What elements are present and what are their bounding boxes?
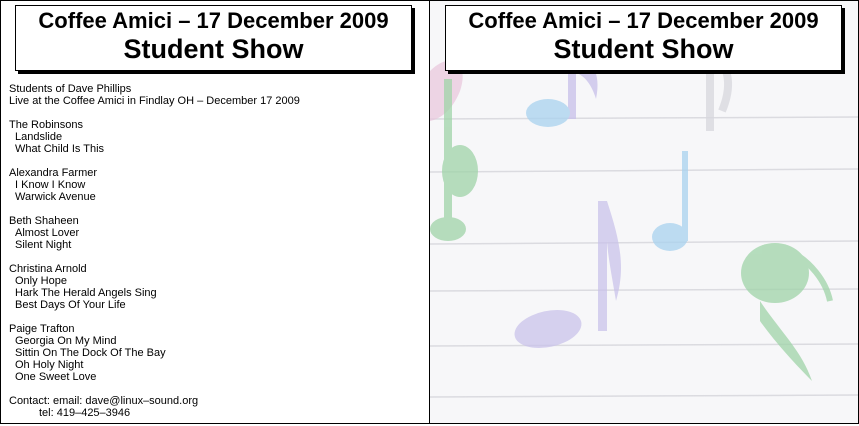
intro-line: Live at the Coffee Amici in Findlay OH –… [9,95,300,107]
contact-phone: tel: 419–425–3946 [39,407,131,419]
show-title: Student Show [123,34,304,64]
song-title: Only Hope [15,275,67,287]
song-title: Landslide [15,131,63,143]
performer-name: Beth Shaheen [9,215,79,227]
performer-name: The Robinsons [9,119,83,131]
blue-note [652,151,688,251]
song-title: What Child Is This [15,143,105,155]
contact-block: Contact: email: dave@linux–sound.org tel… [9,395,419,419]
song-title: Hark The Herald Angels Sing [15,287,157,299]
performer-name: Paige Trafton [9,323,75,335]
song-title: Warwick Avenue [15,191,96,203]
performer-group: Alexandra Farmer I Know I Know Warwick A… [9,167,419,203]
event-title: Coffee Amici – 17 December 2009 [38,8,389,33]
performer-group: Christina Arnold Only Hope Hark The Hera… [9,263,419,311]
performer-name: Christina Arnold [9,263,87,275]
green-note-right [741,243,833,381]
intro-line: Students of Dave Phillips [9,83,132,95]
track-list: Students of Dave Phillips Live at the Co… [9,83,419,419]
song-title: Georgia On My Mind [15,335,117,347]
title-box-left: Coffee Amici – 17 December 2009 Student … [15,5,412,71]
cover-art-panel: Coffee Amici – 17 December 2009 Student … [429,0,859,424]
song-title: I Know I Know [15,179,86,191]
cd-insert: Coffee Amici – 17 December 2009 Student … [0,0,859,426]
show-title-cover: Student Show [553,34,734,64]
song-title: Silent Night [15,239,72,251]
performer-name: Alexandra Farmer [9,167,98,179]
song-title: Sittin On The Dock Of The Bay [15,347,166,359]
title-box-right: Coffee Amici – 17 December 2009 Student … [445,5,842,71]
song-title: Best Days Of Your Life [15,299,126,311]
contact-email: Contact: email: dave@linux–sound.org [9,395,199,407]
performer-group: The Robinsons Landslide What Child Is Th… [9,119,419,155]
purple-eighth-note [514,201,622,348]
song-title: Almost Lover [15,227,80,239]
track-list-panel: Coffee Amici – 17 December 2009 Student … [0,0,430,424]
performer-group: Paige Trafton Georgia On My Mind Sittin … [9,323,419,383]
song-title: One Sweet Love [15,371,97,383]
song-title: Oh Holy Night [15,359,84,371]
event-title-cover: Coffee Amici – 17 December 2009 [468,8,819,33]
performer-group: Beth Shaheen Almost Lover Silent Night [9,215,419,251]
